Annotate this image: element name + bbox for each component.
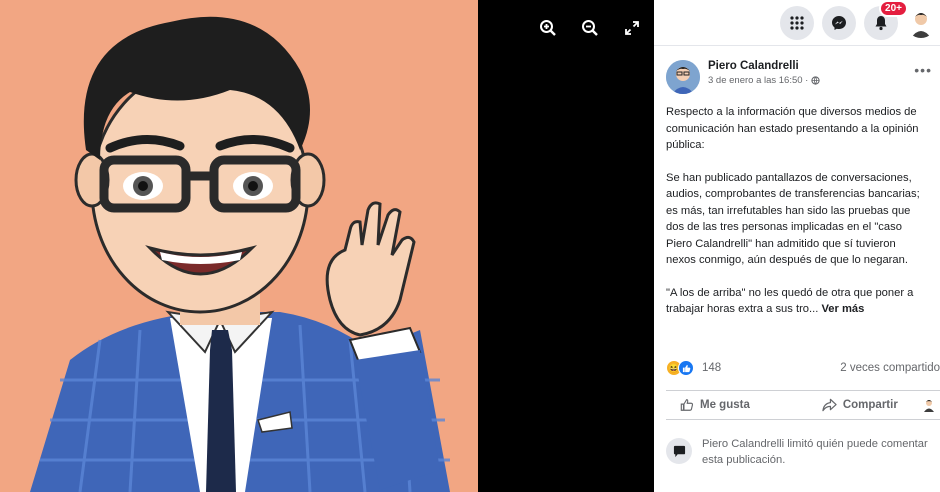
post-panel: 20+ Piero Calandrelli 3 de enero a las 1…	[654, 0, 940, 492]
bell-icon	[875, 15, 887, 30]
notifications-button[interactable]: 20+	[864, 0, 908, 40]
reaction-count[interactable]: 148	[702, 362, 721, 374]
thumbs-up-icon	[680, 399, 694, 411]
audience-selector-avatar[interactable]	[922, 398, 936, 412]
notification-badge: 20+	[879, 0, 908, 17]
like-reaction-icon	[678, 360, 694, 376]
globe-icon	[811, 76, 820, 85]
viewer-toolbar	[536, 16, 644, 40]
share-count[interactable]: 2 veces compartido	[840, 362, 940, 374]
avatar-illustration	[30, 16, 450, 492]
post-body: Respecto a la información que diversos m…	[654, 94, 940, 318]
fullscreen-icon[interactable]	[620, 16, 644, 40]
top-bar: 20+	[654, 0, 940, 46]
like-button[interactable]: Me gusta	[680, 398, 750, 412]
author-name[interactable]: Piero Calandrelli	[708, 60, 820, 72]
zoom-out-icon[interactable]	[578, 16, 602, 40]
post-header: Piero Calandrelli 3 de enero a las 16:50…	[654, 46, 940, 94]
comment-restriction-notice: Piero Calandrelli limitó quién puede com…	[666, 436, 932, 468]
share-arrow-icon	[822, 398, 837, 412]
more-options-button[interactable]: •••	[914, 62, 932, 78]
zoom-in-icon[interactable]	[536, 16, 560, 40]
viewer-backdrop	[478, 0, 654, 492]
post-paragraph-truncated: "A los de arriba" no les quedó de otra q…	[666, 286, 914, 316]
post-paragraph: Respecto a la información que diversos m…	[666, 106, 919, 151]
post-photo[interactable]	[0, 0, 478, 492]
like-label: Me gusta	[700, 399, 750, 411]
post-paragraph: Se han publicado pantallazos de conversa…	[666, 171, 920, 267]
profile-avatar[interactable]	[906, 7, 936, 38]
reaction-summary: 😆 148 2 veces compartido	[666, 360, 940, 376]
author-avatar[interactable]	[666, 60, 700, 94]
post-timestamp[interactable]: 3 de enero a las 16:50 ·	[708, 75, 808, 86]
comment-restriction-text: Piero Calandrelli limitó quién puede com…	[702, 438, 928, 466]
share-button[interactable]: Compartir	[822, 398, 898, 412]
post-actions: Me gusta Compartir	[666, 390, 940, 420]
see-more-link[interactable]: Ver más	[821, 303, 864, 315]
share-label: Compartir	[842, 399, 898, 411]
menu-grid-icon[interactable]	[780, 5, 814, 40]
messenger-icon[interactable]	[822, 5, 856, 40]
reaction-icons[interactable]: 😆	[666, 360, 694, 376]
comment-bubble-icon	[666, 438, 692, 464]
